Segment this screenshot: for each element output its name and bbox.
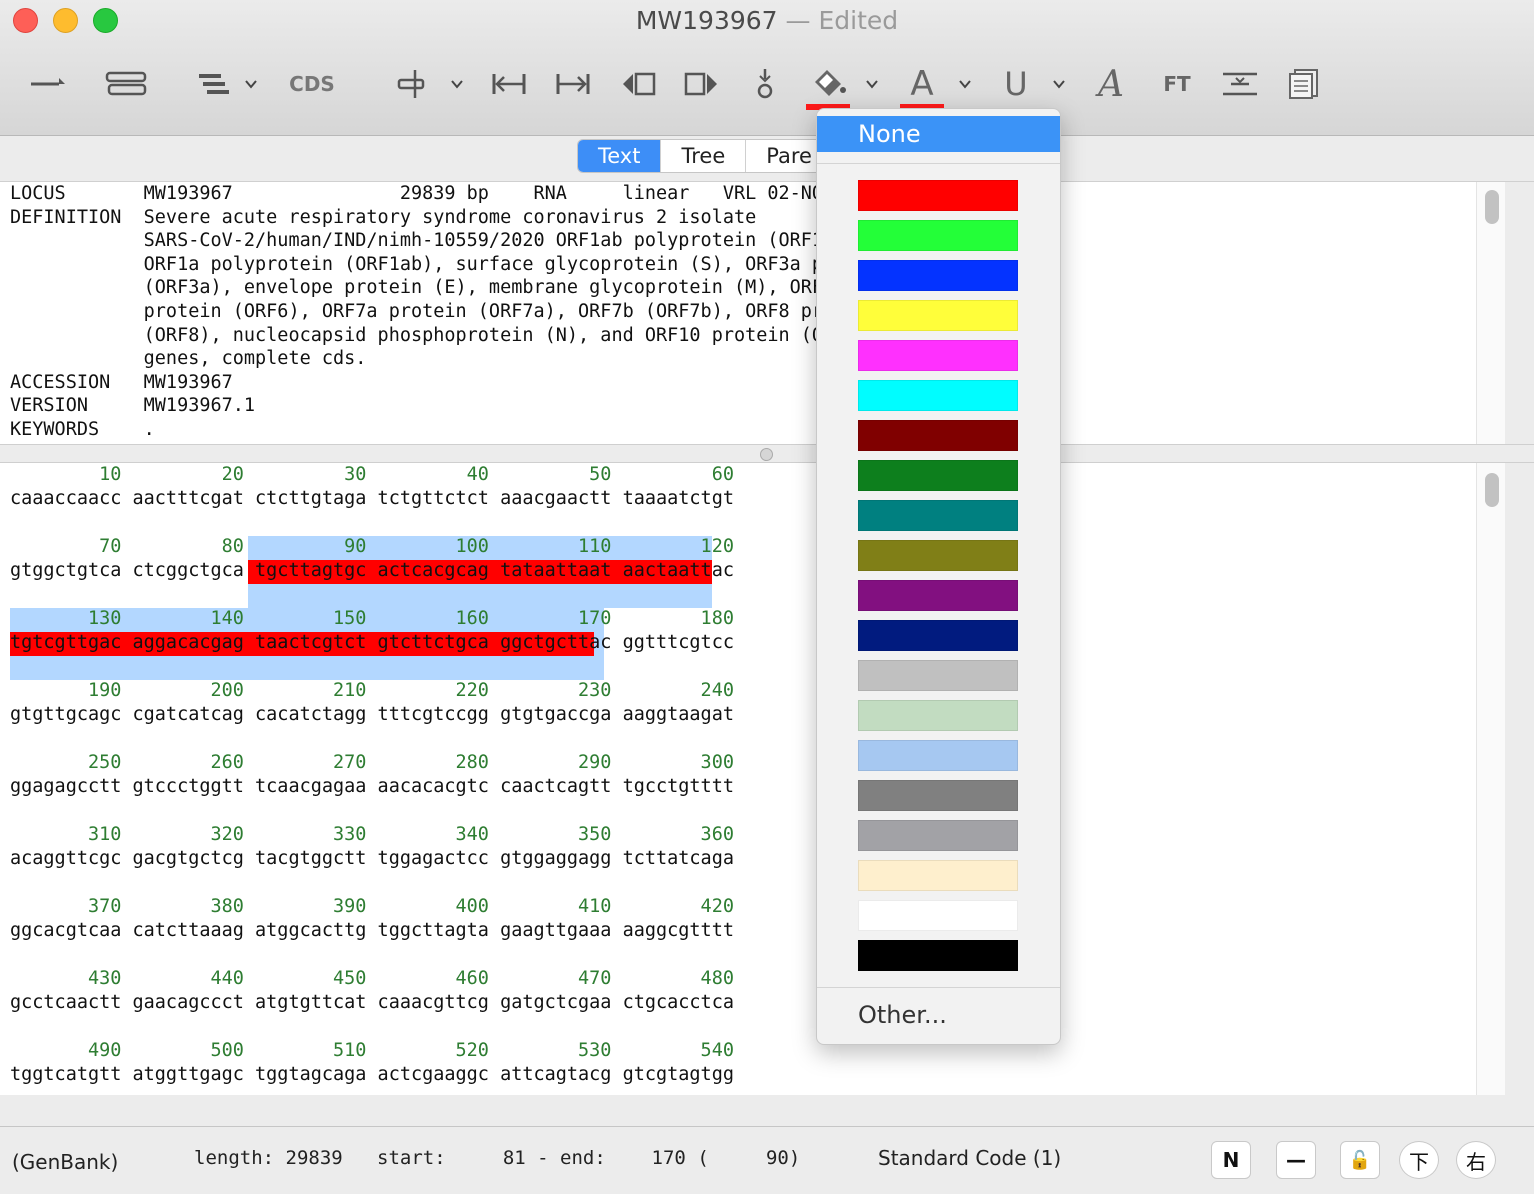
color-menu-item-none[interactable]: None <box>817 116 1060 152</box>
right-button[interactable]: 右 <box>1456 1141 1496 1179</box>
view-tabs: Text Tree Pare <box>577 139 834 173</box>
file-format-label: (GenBank) <box>12 1150 119 1174</box>
lock-icon[interactable]: 🔓 <box>1340 1141 1380 1179</box>
header-scroll-thumb[interactable] <box>1485 190 1499 224</box>
color-swatch[interactable] <box>858 500 1018 531</box>
color-swatch[interactable] <box>858 940 1018 971</box>
sequence-line[interactable]: ggagagcctt gtccctggtt tcaacgagaa aacacac… <box>10 775 734 799</box>
position-numbers: 310 320 330 340 350 360 <box>10 824 734 845</box>
sequence-block: 370 380 390 400 410 420 ggcacgtcaa catctt… <box>10 895 734 943</box>
color-swatch[interactable] <box>858 820 1018 851</box>
genbank-header-text[interactable]: LOCUS MW193967 29839 bp RNA linear VRL 0… <box>10 182 845 442</box>
down-button[interactable]: 下 <box>1399 1141 1439 1179</box>
color-swatch[interactable] <box>858 580 1018 611</box>
sequence-block: 70 80 90 100 110 120 gtggctgtca ctcggctgc… <box>10 535 734 583</box>
underline-icon[interactable]: U <box>998 64 1034 104</box>
position-numbers: 70 80 90 100 110 120 <box>10 536 734 557</box>
chevron-down-icon[interactable] <box>864 76 880 92</box>
font-icon[interactable]: A <box>1092 64 1130 105</box>
color-swatch[interactable] <box>858 900 1018 931</box>
ft-button[interactable]: FT <box>1160 64 1194 104</box>
color-swatch[interactable] <box>858 460 1018 491</box>
color-swatch[interactable] <box>858 660 1018 691</box>
split-icon[interactable] <box>1220 64 1260 104</box>
position-numbers: 130 140 150 160 170 180 <box>10 608 734 629</box>
arrow-feature-icon[interactable] <box>28 64 68 104</box>
document-icon[interactable] <box>1286 64 1322 104</box>
previous-feature-icon[interactable] <box>620 64 658 104</box>
sequence-line[interactable]: tgtcgttgac aggacacgag taactcgtct gtcttct… <box>10 631 734 655</box>
sequence-scroll-thumb[interactable] <box>1485 473 1499 507</box>
color-swatch[interactable] <box>858 260 1018 291</box>
color-swatch[interactable] <box>858 540 1018 571</box>
sequence-scrollbar[interactable] <box>1476 463 1505 1095</box>
position-numbers: 490 500 510 520 530 540 <box>10 1040 734 1061</box>
tab-tree[interactable]: Tree <box>661 140 747 172</box>
splitter-handle[interactable] <box>760 448 773 461</box>
paint-bucket-icon[interactable] <box>808 64 848 104</box>
sequence-line[interactable]: gcctcaactt gaacagccct atgtgttcat caaacgt… <box>10 991 734 1015</box>
position-numbers: 190 200 210 220 230 240 <box>10 680 734 701</box>
genetic-code-label[interactable]: Standard Code (1) <box>878 1146 1061 1170</box>
sequence-block: 10 20 30 40 50 60 caaaccaacc aactttcgat c… <box>10 463 734 511</box>
marker-icon[interactable] <box>752 64 778 104</box>
text-color-icon[interactable]: A <box>904 64 940 104</box>
color-swatch[interactable] <box>858 860 1018 891</box>
sequence-pane[interactable]: 10 20 30 40 50 60 caaaccaacc aactttcgat c… <box>0 463 1505 1095</box>
position-numbers: 250 260 270 280 290 300 <box>10 752 734 773</box>
jump-end-icon[interactable] <box>554 64 592 104</box>
insert-feature-icon[interactable] <box>394 64 430 104</box>
sequence-line[interactable]: gtggctgtca ctcggctgca tgcttagtgc actcacg… <box>10 559 734 583</box>
menu-separator <box>817 163 1060 164</box>
pane-splitter[interactable] <box>0 444 1534 463</box>
n-button[interactable]: N <box>1211 1141 1251 1179</box>
box-feature-icon[interactable] <box>104 64 148 104</box>
sequence-line[interactable]: caaaccaacc aactttcgat ctcttgtaga tctgttc… <box>10 487 734 511</box>
position-numbers: 370 380 390 400 410 420 <box>10 896 734 917</box>
jump-start-icon[interactable] <box>490 64 528 104</box>
next-feature-icon[interactable] <box>682 64 720 104</box>
position-numbers: 10 20 30 40 50 60 <box>10 464 734 485</box>
color-swatch[interactable] <box>858 700 1018 731</box>
sequence-line[interactable]: acaggttcgc gacgtgctcg tacgtggctt tggagac… <box>10 847 734 871</box>
color-swatch[interactable] <box>858 220 1018 251</box>
header-scrollbar[interactable] <box>1476 182 1505 444</box>
sequence-block: 130 140 150 160 170 180 tgtcgttgac aggaca… <box>10 607 734 655</box>
color-menu-item-other[interactable]: Other... <box>858 1001 947 1029</box>
color-swatch[interactable] <box>858 380 1018 411</box>
position-numbers: 430 440 450 460 470 480 <box>10 968 734 989</box>
chevron-down-icon[interactable] <box>1051 76 1067 92</box>
stacked-features-icon[interactable] <box>196 64 236 104</box>
color-swatch[interactable] <box>858 340 1018 371</box>
sequence-block: 190 200 210 220 230 240 gtgttgcagc cgatca… <box>10 679 734 727</box>
sequence-block: 490 500 510 520 530 540 tggtcatgtt atggtt… <box>10 1039 734 1087</box>
window-title: MW193967 — Edited <box>635 6 899 35</box>
header-text-pane[interactable]: LOCUS MW193967 29839 bp RNA linear VRL 0… <box>0 182 1505 444</box>
color-swatch[interactable] <box>858 740 1018 771</box>
color-swatch[interactable] <box>858 180 1018 211</box>
chevron-down-icon[interactable] <box>957 76 973 92</box>
edited-indicator: — Edited <box>777 6 899 35</box>
color-swatch[interactable] <box>858 780 1018 811</box>
sequence-line[interactable]: ggcacgtcaa catcttaaag atggcacttg tggctta… <box>10 919 734 943</box>
color-swatch[interactable] <box>858 620 1018 651</box>
selection-range-readout: length: 29839 start: 81 - end: 170 ( 90) <box>194 1147 801 1169</box>
minus-button[interactable]: — <box>1276 1141 1316 1179</box>
sequence-block: 310 320 330 340 350 360 acaggttcgc gacgtg… <box>10 823 734 871</box>
sequence-line[interactable]: gtgttgcagc cgatcatcag cacatctagg tttcgtc… <box>10 703 734 727</box>
menu-separator <box>817 987 1060 988</box>
cds-button[interactable]: CDS <box>288 64 336 104</box>
chevron-down-icon[interactable] <box>449 76 465 92</box>
color-swatch[interactable] <box>858 420 1018 451</box>
sequence-block: 250 260 270 280 290 300 ggagagcctt gtccct… <box>10 751 734 799</box>
chevron-down-icon[interactable] <box>243 76 259 92</box>
sequence-line[interactable]: tggtcatgtt atggttgagc tggtagcaga actcgaa… <box>10 1063 734 1087</box>
sequence-block: 430 440 450 460 470 480 gcctcaactt gaacag… <box>10 967 734 1015</box>
color-swatch[interactable] <box>858 300 1018 331</box>
tab-text[interactable]: Text <box>578 140 662 172</box>
